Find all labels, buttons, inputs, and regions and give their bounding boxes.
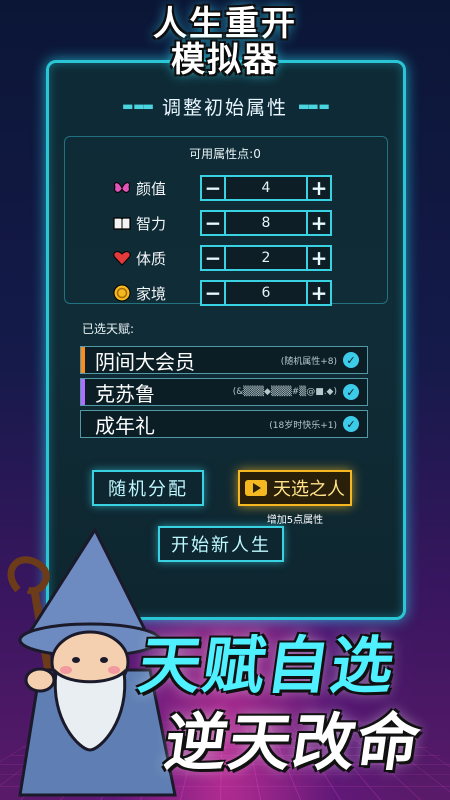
decrease-button[interactable]: − — [200, 210, 226, 236]
talent-desc: (&▒▒▒◆▒▒▒#▒@■.◆) — [232, 387, 337, 397]
random-allocate-button[interactable]: 随机分配 — [92, 470, 204, 506]
subtitle: 调整初始属性 — [161, 96, 288, 119]
chosen-one-button[interactable]: 天选之人 — [238, 470, 352, 506]
chosen-one-subtext: 增加5点属性 — [266, 515, 324, 526]
attr-row-looks: 颜值 − 4 + — [112, 175, 342, 201]
game-title: 人生重开 模拟器 — [110, 6, 340, 96]
selected-talents-label: 已选天赋: — [82, 322, 135, 336]
check-icon: ✓ — [343, 384, 359, 400]
check-icon: ✓ — [343, 352, 359, 368]
attr-value: 8 — [226, 210, 306, 236]
decrease-button[interactable]: − — [200, 245, 226, 271]
video-ad-icon — [245, 480, 267, 496]
coin-icon — [112, 283, 132, 303]
book-icon — [112, 213, 132, 233]
left-deco-icon: ▬ ▬▬ — [122, 99, 154, 113]
title-line1: 人生重开 — [153, 4, 297, 44]
heart-icon — [112, 248, 132, 268]
talent-color-bar — [81, 379, 85, 405]
talent-desc: (18岁时快乐+1) — [269, 420, 337, 431]
attr-row-intelligence: 智力 − 8 + — [112, 210, 342, 236]
attr-label: 体质 — [136, 249, 167, 268]
butterfly-icon — [112, 178, 132, 198]
attr-label: 颜值 — [136, 179, 167, 198]
decrease-button[interactable]: − — [200, 175, 226, 201]
increase-button[interactable]: + — [306, 175, 332, 201]
increase-button[interactable]: + — [306, 245, 332, 271]
increase-button[interactable]: + — [306, 280, 332, 306]
talent-desc: (随机属性+8) — [280, 356, 337, 367]
talent-name: 阴间大会员 — [95, 349, 195, 374]
title-line2: 模拟器 — [171, 40, 279, 80]
increase-button[interactable]: + — [306, 210, 332, 236]
talent-name: 克苏鲁 — [95, 381, 155, 406]
attr-value: 4 — [226, 175, 306, 201]
attr-value: 2 — [226, 245, 306, 271]
available-points: 可用属性点:0 — [189, 147, 261, 161]
talent-item[interactable]: 成年礼 (18岁时快乐+1) ✓ — [80, 410, 368, 438]
talent-name: 成年礼 — [95, 413, 155, 438]
slogan-line2: 逆天改命 — [160, 706, 427, 779]
attr-value: 6 — [226, 280, 306, 306]
subtitle-row: ▬ ▬▬ 调整初始属性 ▬▬ ▬ — [100, 92, 350, 120]
decrease-button[interactable]: − — [200, 280, 226, 306]
check-icon: ✓ — [343, 416, 359, 432]
right-deco-icon: ▬▬ ▬ — [298, 99, 330, 113]
attr-label: 智力 — [136, 214, 167, 233]
attr-label: 家境 — [136, 284, 167, 303]
attr-row-physique: 体质 − 2 + — [112, 245, 342, 271]
attr-row-family: 家境 − 6 + — [112, 280, 342, 306]
talent-item[interactable]: 克苏鲁 (&▒▒▒◆▒▒▒#▒@■.◆) ✓ — [80, 378, 368, 406]
chosen-one-label: 天选之人 — [273, 479, 345, 500]
talent-item[interactable]: 阴间大会员 (随机属性+8) ✓ — [80, 346, 368, 374]
talent-color-bar — [81, 347, 85, 373]
